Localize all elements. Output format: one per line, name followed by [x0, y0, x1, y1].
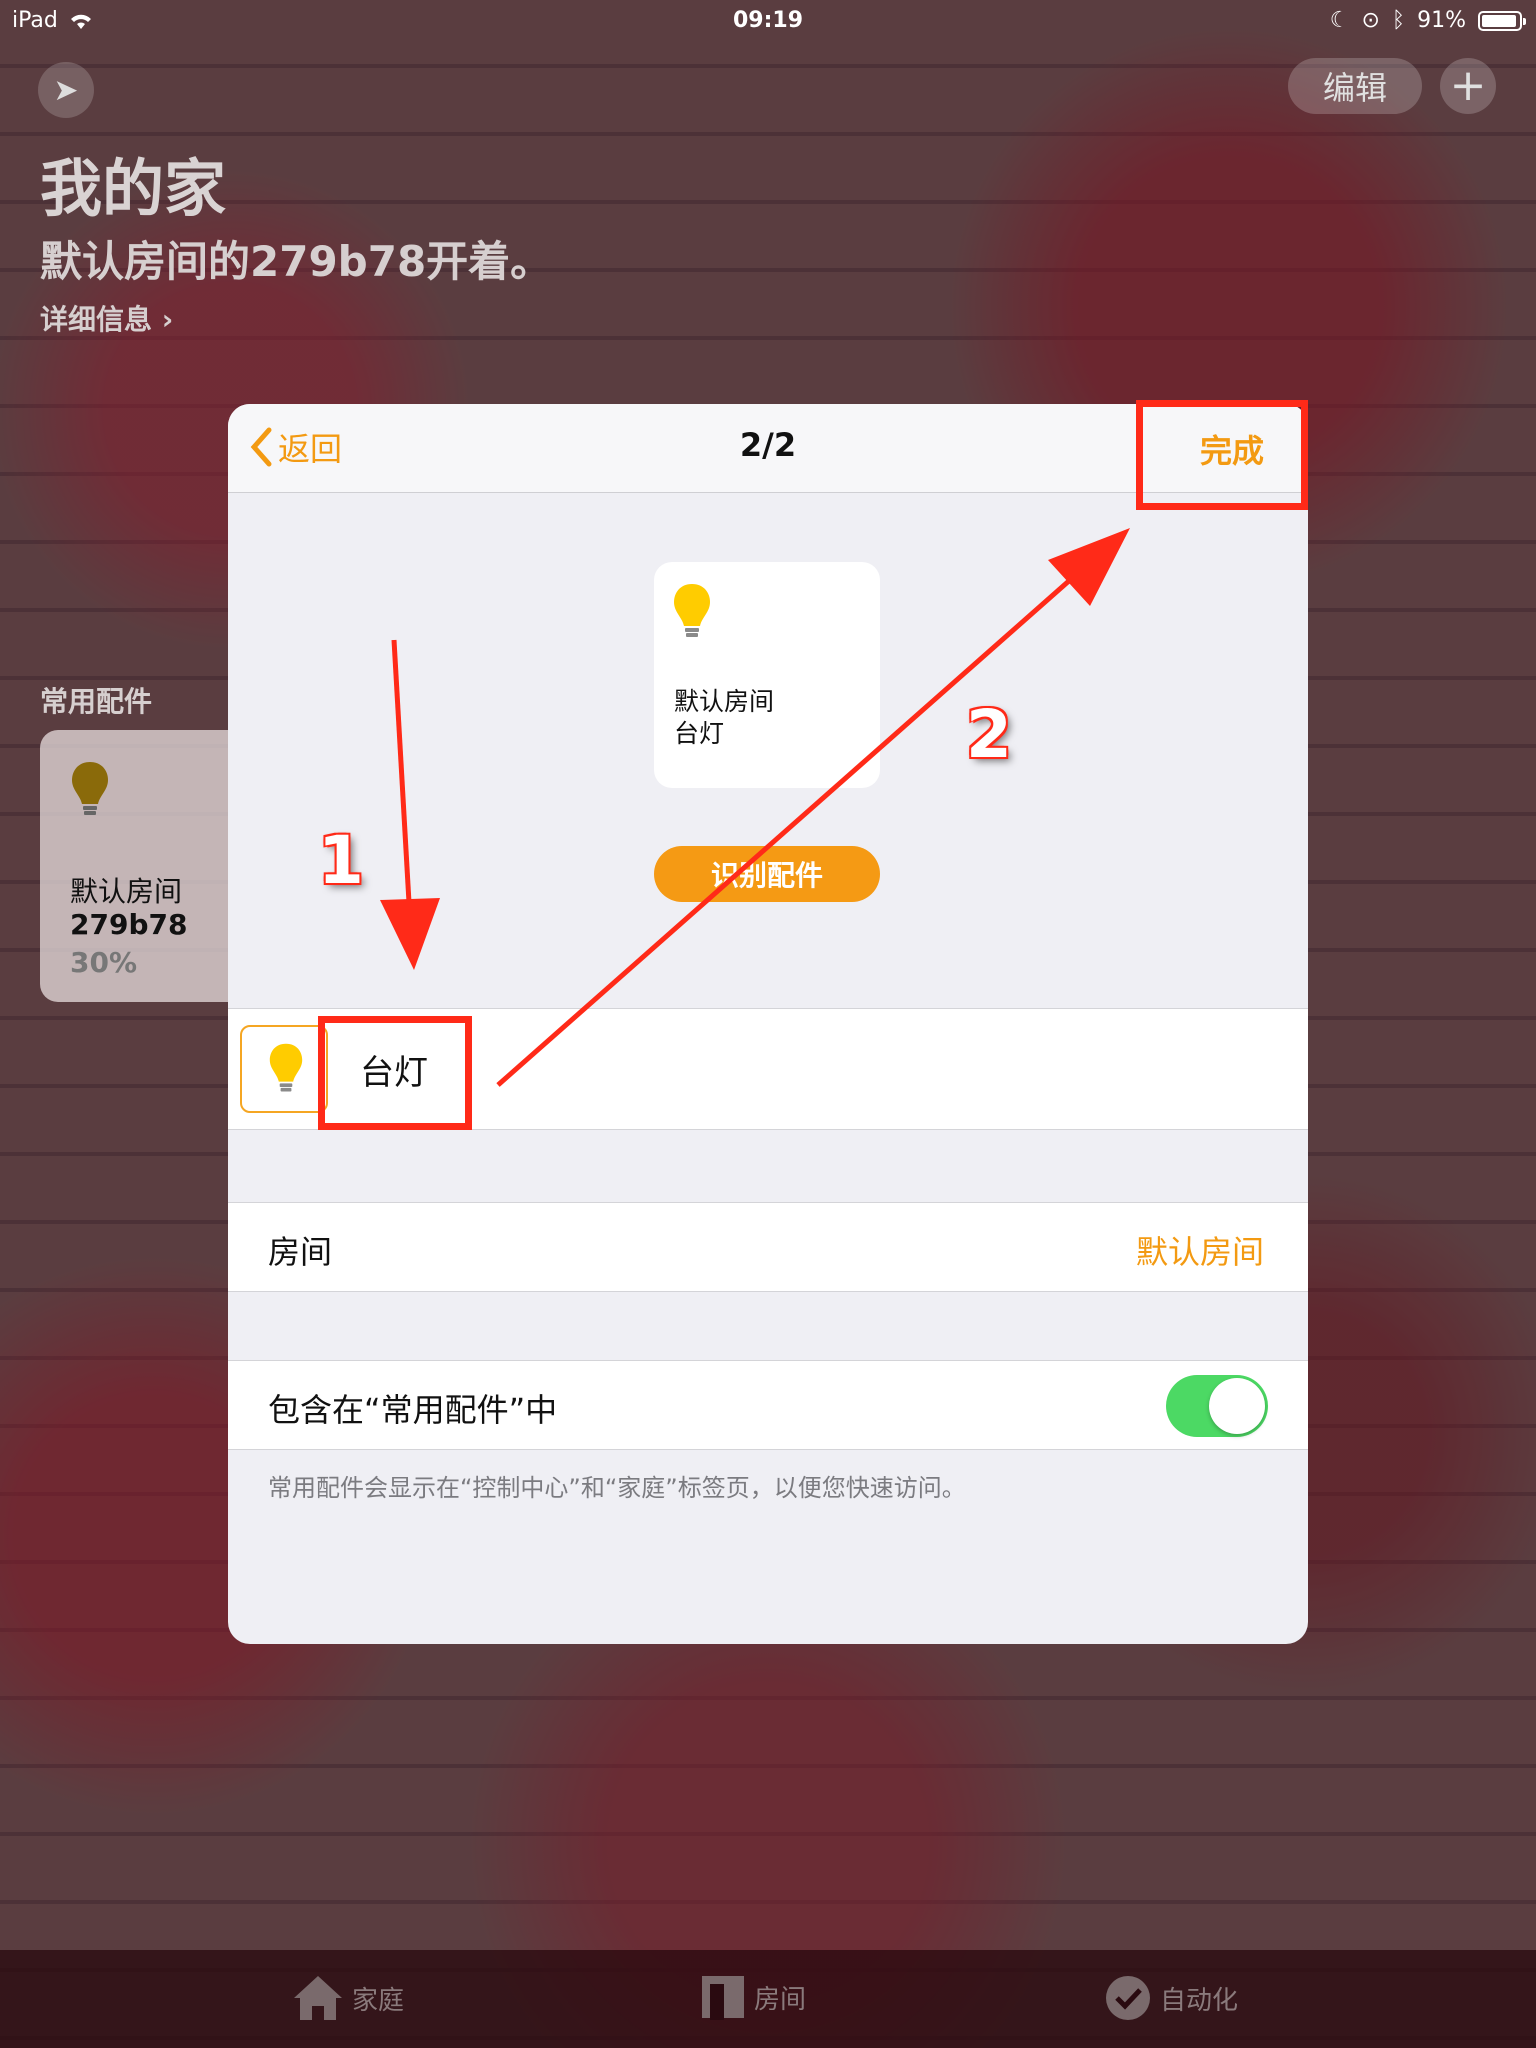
- battery-percent: 91%: [1417, 8, 1466, 33]
- tab-rooms[interactable]: 房间: [700, 1974, 806, 2020]
- annotation-box-name: [318, 1016, 472, 1130]
- location-arrow-icon[interactable]: ➤: [38, 62, 94, 118]
- details-link[interactable]: 详细信息 ›: [40, 298, 173, 338]
- moon-icon: ☾: [1329, 8, 1350, 33]
- preview-name: 台灯: [674, 719, 725, 748]
- annotation-step-2: 2: [966, 696, 1012, 773]
- bulb-icon: [269, 1043, 303, 1092]
- rooms-icon: [702, 1976, 744, 2020]
- accessory-preview-tile: 默认房间 台灯: [654, 562, 880, 788]
- include-in-favorites-row: 包含在“常用配件”中: [228, 1360, 1308, 1450]
- room-row[interactable]: 房间 默认房间: [228, 1202, 1308, 1292]
- favorite-room: 默认房间: [70, 875, 183, 908]
- favorites-footnote: 常用配件会显示在“控制中心”和“家庭”标签页，以便您快速访问。: [268, 1474, 966, 1502]
- annotation-box-done: [1136, 400, 1308, 510]
- preview-room: 默认房间: [674, 687, 775, 716]
- battery-icon: [1478, 10, 1526, 31]
- room-value: 默认房间: [1135, 1233, 1264, 1271]
- tab-automation[interactable]: 自动化: [1104, 1974, 1238, 2022]
- home-status: 默认房间的279b78开着。: [40, 237, 553, 286]
- favorite-status: 30%: [70, 946, 138, 979]
- favorite-name: 279b78: [70, 908, 188, 941]
- bluetooth-icon: ᛒ: [1391, 8, 1406, 33]
- accessory-icon-picker[interactable]: [240, 1025, 328, 1113]
- house-icon: [294, 1976, 342, 2020]
- rotation-lock-icon: ⊙: [1361, 8, 1380, 33]
- clock: 09:19: [732, 8, 804, 33]
- annotation-step-1: 1: [318, 822, 364, 899]
- edit-button[interactable]: 编辑: [1288, 58, 1422, 114]
- bulb-icon: [72, 762, 108, 815]
- toggle-knob: [1209, 1378, 1265, 1434]
- tab-bar: 家庭 房间 自动化: [0, 1950, 1536, 2048]
- favorites-toggle[interactable]: [1166, 1375, 1268, 1437]
- tab-rooms-label: 房间: [754, 1984, 807, 2015]
- favorites-section-label: 常用配件: [40, 685, 153, 718]
- include-in-favorites-label: 包含在“常用配件”中: [268, 1391, 558, 1429]
- status-bar: iPad 09:19 ☾ ⊙ ᛒ 91%: [0, 0, 1536, 40]
- tab-home-label: 家庭: [352, 1985, 405, 2016]
- room-label: 房间: [268, 1233, 333, 1271]
- tab-home[interactable]: 家庭: [292, 1974, 404, 2022]
- home-title: 我的家: [40, 152, 227, 225]
- tab-automation-label: 自动化: [1160, 1985, 1239, 2016]
- add-button[interactable]: +: [1440, 58, 1496, 114]
- automation-icon: [1106, 1976, 1150, 2020]
- bulb-icon: [674, 584, 710, 637]
- identify-accessory-button[interactable]: 识别配件: [654, 846, 880, 902]
